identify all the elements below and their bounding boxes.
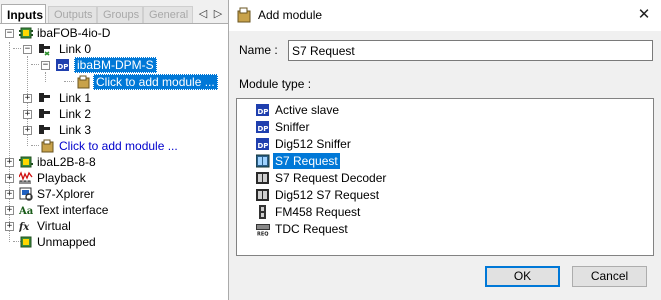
expand-icon[interactable]: +	[23, 94, 32, 103]
tree-node-ibafob[interactable]: − ibaFOB-4io-D	[0, 25, 228, 41]
tree-node-add-module-selected[interactable]: Click to add module ...	[0, 74, 228, 90]
fm458-module-icon	[259, 205, 266, 219]
tree-label: ibaFOB-4io-D	[37, 26, 111, 40]
tree-label: ibaL2B-8-8	[37, 155, 96, 169]
collapse-icon[interactable]: −	[41, 61, 50, 70]
link-connector-icon	[39, 44, 50, 56]
collapse-icon[interactable]: −	[23, 45, 32, 54]
tree-node-playback[interactable]: + Playback	[0, 170, 228, 186]
tree-label: Unmapped	[37, 235, 96, 249]
collapse-icon[interactable]: −	[5, 29, 14, 38]
svg-text:Aa: Aa	[19, 206, 33, 217]
tree-node-link0[interactable]: − Link 0	[0, 41, 228, 57]
add-module-icon	[77, 75, 90, 89]
fob-card-icon	[19, 27, 33, 39]
list-item-label: FM458 Request	[275, 205, 361, 219]
tab-scroll-left-icon[interactable]: ◁	[196, 6, 210, 22]
list-item-label: Active slave	[275, 103, 340, 117]
tree-node-ibal2b[interactable]: + ibaL2B-8-8	[0, 154, 228, 170]
l2b-card-icon	[19, 156, 33, 168]
dp-module-icon: DP	[256, 104, 269, 116]
expand-icon[interactable]: +	[5, 206, 14, 215]
tab-divider	[0, 23, 228, 24]
dp-module-icon: DP	[256, 121, 269, 133]
dialog-title: Add module	[258, 8, 323, 22]
s7-xplorer-icon	[19, 187, 33, 201]
tab-scroll-right-icon[interactable]: ▷	[211, 6, 225, 22]
tree-node-add-module[interactable]: Click to add module ...	[0, 138, 228, 154]
tree-label: Link 1	[59, 91, 92, 105]
svg-text:DP: DP	[258, 108, 269, 116]
add-module-icon	[237, 7, 251, 23]
signal-tree-panel: Inputs Outputs Groups General ◁ ▷ − ibaF…	[0, 0, 229, 300]
tree-node-link1[interactable]: + Link 1	[0, 90, 228, 106]
tree-node-s7xplorer[interactable]: + S7-Xplorer	[0, 186, 228, 202]
tree-node-unmapped[interactable]: Unmapped	[0, 234, 228, 250]
tree-label: Link 0	[59, 42, 92, 56]
expand-icon[interactable]: +	[5, 158, 14, 167]
list-item-label: TDC Request	[275, 222, 348, 236]
tab-outputs[interactable]: Outputs	[48, 6, 97, 23]
list-item-label: S7 Request Decoder	[275, 171, 387, 185]
tree-label: Playback	[37, 171, 86, 185]
cancel-button[interactable]: Cancel	[572, 266, 647, 287]
module-type-list[interactable]: DP Active slave DP Sniffer DP Dig512 Sni…	[236, 98, 654, 256]
tree-label: Link 2	[59, 107, 92, 121]
list-item-label: Sniffer	[275, 120, 310, 134]
tree-node-virtual[interactable]: + fx Virtual	[0, 218, 228, 234]
playback-signal-icon	[19, 171, 33, 184]
svg-text:DP: DP	[258, 142, 269, 150]
tree-label: Virtual	[37, 219, 71, 233]
s7-module-icon	[256, 189, 269, 201]
close-icon[interactable]: ✕	[632, 4, 656, 26]
svg-text:DP: DP	[58, 63, 69, 71]
tree-label: S7-Xplorer	[37, 187, 95, 201]
tdc-module-icon: REQ	[256, 224, 270, 237]
tree-label: Text interface	[37, 203, 109, 217]
expand-icon[interactable]: +	[23, 110, 32, 119]
tree-node-link2[interactable]: + Link 2	[0, 106, 228, 122]
tab-groups[interactable]: Groups	[97, 6, 143, 23]
tab-general[interactable]: General	[143, 6, 193, 23]
add-module-dialog: Add module ✕ Name : Module type : DP Act…	[228, 0, 661, 300]
tree-node-link3[interactable]: + Link 3	[0, 122, 228, 138]
module-type-label: Module type :	[239, 77, 312, 91]
unmapped-card-icon	[20, 236, 32, 248]
tab-inputs[interactable]: Inputs	[1, 4, 46, 24]
expand-icon[interactable]: +	[5, 190, 14, 199]
tree-node-text-interface[interactable]: + Aa Text interface	[0, 202, 228, 218]
expand-icon[interactable]: +	[23, 126, 32, 135]
link-connector-icon	[39, 125, 50, 134]
tree-label: Click to add module ...	[93, 74, 218, 90]
svg-text:DP: DP	[258, 125, 269, 133]
name-label: Name :	[239, 43, 278, 57]
tree-label: Link 3	[59, 123, 92, 137]
svg-text:fx: fx	[19, 222, 30, 233]
text-interface-icon: Aa	[19, 206, 33, 217]
dp-module-icon: DP	[256, 138, 269, 150]
link-connector-icon	[39, 109, 50, 118]
svg-text:REQ: REQ	[257, 232, 269, 237]
dialog-titlebar[interactable]: Add module ✕	[229, 0, 661, 31]
expand-icon[interactable]: +	[5, 222, 14, 231]
list-item-label: S7 Request	[273, 153, 340, 169]
add-module-icon	[41, 139, 54, 153]
tree-label: ibaBM-DPM-S	[74, 57, 157, 73]
list-item-label: Dig512 S7 Request	[275, 188, 380, 202]
list-item-label: Dig512 Sniffer	[275, 137, 351, 151]
expand-icon[interactable]: +	[5, 174, 14, 183]
dp-module-icon: DP	[56, 59, 69, 71]
link-connector-icon	[39, 93, 50, 102]
tree-label: Click to add module ...	[59, 139, 178, 153]
tab-strip: Inputs Outputs Groups General ◁ ▷	[0, 0, 228, 24]
function-fx-icon: fx	[19, 222, 30, 233]
s7-module-icon	[256, 154, 270, 168]
s7-module-icon	[256, 172, 269, 184]
module-name-input[interactable]	[288, 40, 653, 61]
ok-button[interactable]: OK	[485, 266, 560, 287]
tree-node-dpm[interactable]: − DP ibaBM-DPM-S	[0, 57, 228, 73]
